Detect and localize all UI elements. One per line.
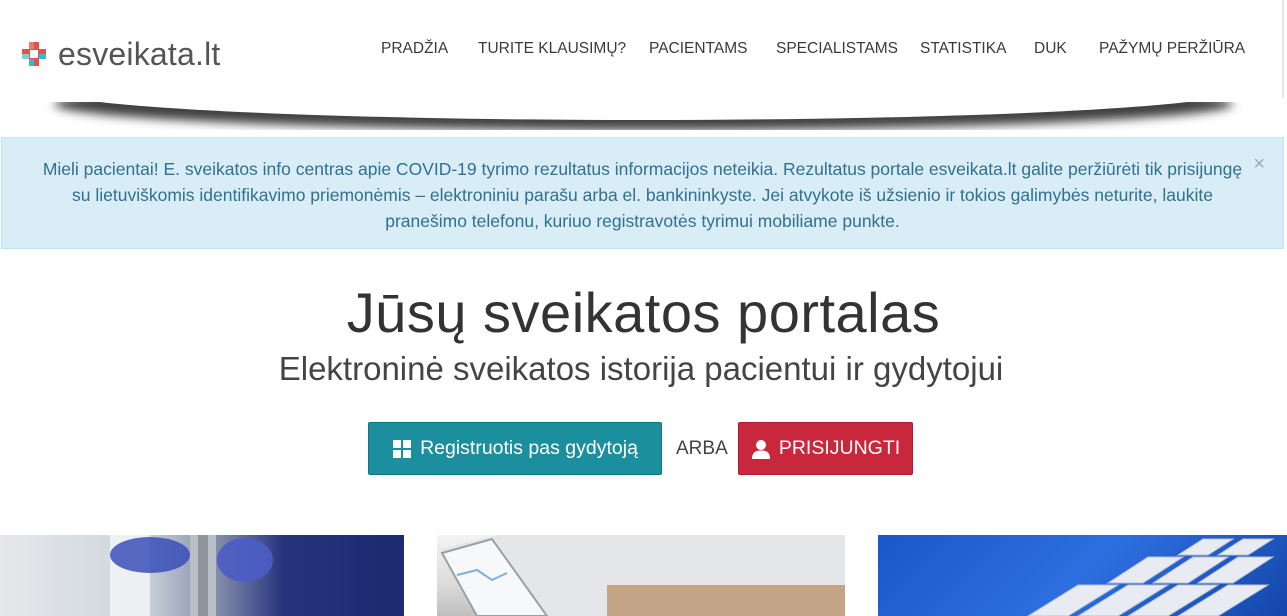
nav-item-pradzia[interactable]: PRADŽIA (381, 40, 448, 58)
nav-item-duk[interactable]: DUK (1034, 40, 1067, 58)
nav-item-turite-klausimu[interactable]: TURITE KLAUSIMŲ? (478, 40, 626, 58)
login-button-label: PRISIJUNGTI (778, 437, 901, 459)
laptop-image (437, 535, 845, 616)
user-icon (751, 439, 770, 459)
nav-item-pacientams[interactable]: PACIENTAMS (649, 40, 747, 58)
header-shadow (0, 98, 1287, 130)
alert-text: Mieli pacientai! E. sveikatos info centr… (42, 159, 1243, 231)
medical-cross-logo-icon (20, 40, 48, 68)
hero-subtitle: Elektroninė sveikatos istorija pacientui… (278, 350, 1004, 387)
register-button-label: Registruotis pas gydytoją (420, 437, 638, 459)
site-header: esveikata.lt PRADŽIA TURITE KLAUSIMŲ? PA… (0, 0, 1284, 102)
hero-title: Jūsų sveikatos portalas (346, 281, 941, 344)
logo-text: esveikata.lt (58, 35, 221, 72)
or-separator: ARBA (676, 438, 728, 459)
nav-item-specialistams[interactable]: SPECIALISTAMS (776, 40, 898, 58)
windows-grid-icon (393, 439, 412, 458)
login-button[interactable]: PRISIJUNGTI (738, 422, 913, 475)
register-button[interactable]: Registruotis pas gydytoją (368, 422, 662, 475)
covid-info-alert: × Mieli pacientai! E. sveikatos info cen… (1, 137, 1284, 249)
close-icon[interactable]: × (1253, 154, 1265, 174)
site-logo[interactable]: esveikata.lt (20, 36, 220, 72)
keyboard-image (878, 535, 1287, 616)
lab-image (0, 535, 404, 616)
nav-item-pazymu-perziura[interactable]: PAŽYMŲ PERŽIŪRA (1099, 40, 1245, 58)
nav-item-statistika[interactable]: STATISTIKA (920, 40, 1006, 58)
